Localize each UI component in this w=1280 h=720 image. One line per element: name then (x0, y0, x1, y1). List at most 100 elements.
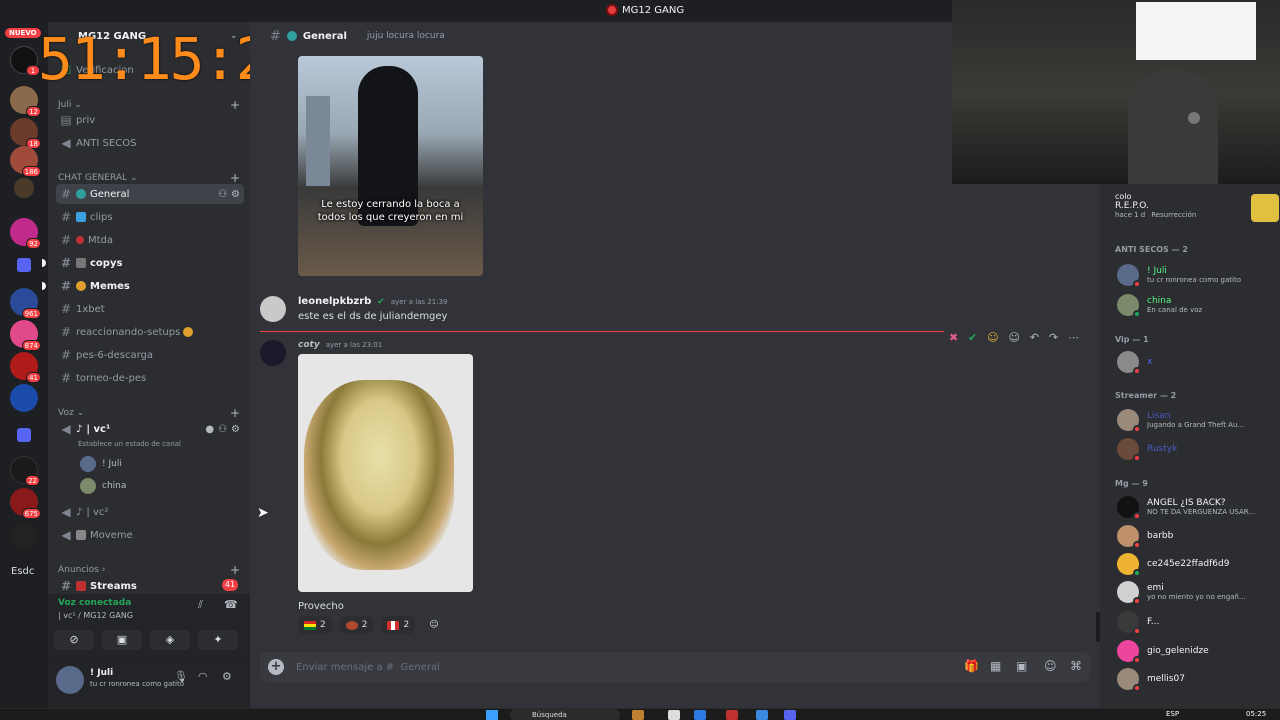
avatar[interactable] (260, 296, 286, 322)
member-item[interactable]: x (1117, 351, 1277, 375)
gear-icon[interactable]: ⚙ (231, 189, 240, 200)
channel-memes[interactable]: # Memes (56, 276, 244, 296)
voice-channel-moveme[interactable]: ◀ Moveme (56, 525, 244, 545)
message-author[interactable]: leonelpkbzrb ✔ ayer a las 21:39 (298, 296, 447, 307)
message-image-food[interactable] (298, 354, 473, 592)
server-icon-13[interactable] (10, 522, 38, 550)
voice-channel-vc2[interactable]: ◀ ♪ | vc² (56, 502, 244, 522)
channel-clips[interactable]: # clips (56, 207, 244, 227)
soundboard-button[interactable]: ✦ (198, 630, 238, 650)
attach-plus-icon[interactable]: + (268, 659, 284, 675)
emoji-icon[interactable]: ☺ (1044, 659, 1057, 673)
camera-off-button[interactable]: ⊘ (54, 630, 94, 650)
avatar[interactable] (260, 340, 286, 366)
disconnect-icon[interactable]: ☎ (224, 598, 238, 611)
language-indicator[interactable]: ESP (1166, 710, 1179, 718)
check-emoji-icon[interactable]: ✔ (968, 331, 977, 344)
avatar[interactable] (56, 666, 84, 694)
windows-start-icon[interactable] (486, 710, 498, 720)
taskbar-app-icon[interactable] (668, 710, 680, 720)
voice-member-china[interactable]: china (80, 478, 126, 494)
category-voz[interactable]: Voz ⌄ + (58, 406, 240, 420)
reaction-flag-3[interactable]: 2 (381, 616, 416, 634)
category-chat-general[interactable]: CHAT GENERAL ⌄ + (58, 171, 240, 185)
channel-pes-6-descarga[interactable]: # pes-6-descarga (56, 345, 244, 365)
channel-1xbet[interactable]: # 1xbet (56, 299, 244, 319)
message-author[interactable]: coty ayer a las 23:01 (298, 340, 382, 350)
noise-suppression-icon[interactable]: ⫽ (198, 598, 203, 612)
gear-icon[interactable]: ⚙ (222, 670, 232, 683)
apps-icon[interactable]: ⌘ (1070, 659, 1082, 673)
server-icon-7[interactable]: 961 (10, 288, 41, 319)
server-icon-1[interactable]: 1 (10, 46, 40, 76)
reaction-flag-2[interactable]: 2 (339, 616, 374, 634)
channel-status-prompt[interactable]: Establece un estado de canal (78, 440, 181, 448)
add-channel-icon[interactable]: + (230, 171, 240, 185)
add-reaction-icon[interactable]: ☺ (1008, 331, 1019, 344)
channel-torneo-de-pes[interactable]: # torneo-de-pes (56, 368, 244, 388)
reaction-emoji-icon[interactable]: ✖ (949, 331, 958, 344)
taskbar-clock[interactable]: 05:25 (1246, 710, 1266, 718)
invite-icon[interactable]: ⚇ (218, 424, 227, 435)
member-item[interactable]: ce245e22ffadf6d9 (1117, 553, 1277, 577)
channel-topic[interactable]: juju locura locura (367, 31, 445, 41)
taskbar-app-icon[interactable] (726, 710, 738, 720)
member-item[interactable]: emi yo no miento yo no engañ... (1117, 581, 1277, 605)
chat-bubble-icon[interactable]: ● (205, 424, 214, 435)
member-item[interactable]: ANGEL ¿IS BACK? NO TE DA VERGUENZA USAR..… (1117, 496, 1277, 520)
taskbar-app-icon[interactable] (756, 710, 768, 720)
channel-general[interactable]: # General ⚇ ⚙ (56, 184, 244, 204)
add-reaction-button[interactable]: ☺ (423, 616, 444, 634)
taskbar-search[interactable]: Búsqueda (510, 709, 620, 720)
channel-reaccionando-setups[interactable]: # reaccionando-setups (56, 322, 244, 342)
category-anuncios[interactable]: Anuncios › + (58, 563, 240, 577)
headphones-icon[interactable]: ◠ (198, 670, 208, 683)
member-item[interactable]: mellis07 (1117, 668, 1277, 692)
member-item[interactable]: F... (1117, 611, 1277, 635)
server-icon-12[interactable]: 675 (10, 488, 41, 519)
gif-icon[interactable]: ▦ (990, 659, 1001, 673)
voice-member-juli[interactable]: ! Juli (80, 456, 122, 472)
member-item[interactable]: barbb (1117, 525, 1277, 549)
server-icon-10[interactable] (10, 384, 38, 412)
channel-mtda[interactable]: # Mtda (56, 230, 244, 250)
folder-icon[interactable] (17, 258, 31, 272)
folder-icon-2[interactable] (17, 428, 31, 442)
mic-icon[interactable]: 🎙 (174, 670, 188, 683)
more-icon[interactable]: ⋯ (1068, 331, 1079, 344)
reaction-flag-1[interactable]: 2 (298, 616, 332, 634)
member-item[interactable]: Rustyk (1117, 438, 1277, 462)
message-image-video[interactable]: Le estoy cerrando la boca a todos los qu… (298, 56, 483, 276)
taskbar-app-icon[interactable] (784, 710, 796, 720)
rail-bottom-label[interactable]: Esdc (11, 566, 34, 577)
member-item[interactable]: Lisan Jugando a Grand Theft Au... (1117, 409, 1277, 433)
channel-streams[interactable]: # Streams (56, 576, 244, 596)
channel-copys[interactable]: # copys (56, 253, 244, 273)
channel-priv[interactable]: ▤ priv (56, 110, 244, 130)
gear-icon[interactable]: ⚙ (231, 424, 240, 435)
server-icon-8[interactable]: 874 (10, 320, 41, 351)
reply-icon[interactable]: ↶ (1030, 331, 1039, 344)
server-icon-3[interactable]: 18 (10, 118, 41, 149)
activity-button[interactable]: ◈ (150, 630, 190, 650)
forward-icon[interactable]: ↷ (1049, 331, 1058, 344)
invite-icon[interactable]: ⚇ (218, 189, 227, 200)
screen-share-button[interactable]: ▣ (102, 630, 142, 650)
server-icon-11[interactable]: 22 (10, 456, 40, 486)
channel-anti-secos[interactable]: ◀ ANTI SECOS (56, 133, 244, 153)
server-icon-6[interactable]: 92 (10, 218, 41, 249)
sticker-icon[interactable]: ▣ (1016, 659, 1027, 673)
taskbar-app-icon[interactable] (694, 710, 706, 720)
server-icon-4[interactable]: 186 (10, 146, 41, 177)
server-icon-9[interactable]: 41 (10, 352, 41, 383)
message-input[interactable] (296, 652, 896, 682)
add-channel-icon[interactable]: + (230, 563, 240, 577)
member-item[interactable]: ! Juli tu cr ronronea como gatito (1117, 264, 1277, 288)
voice-location[interactable]: | vc¹ / MG12 GANG (58, 611, 133, 620)
emoji-icon[interactable]: ☺ (987, 331, 998, 344)
activity-card[interactable]: colo R.E.P.O. hace 1 d Resurrección (1115, 192, 1279, 222)
server-icon-2[interactable]: 12 (10, 86, 41, 117)
gift-icon[interactable]: 🎁 (964, 659, 979, 673)
taskbar-app-icon[interactable] (632, 710, 644, 720)
voice-channel-vc1[interactable]: ◀ ♪ | vc¹ ● ⚇ ⚙ (56, 419, 244, 439)
